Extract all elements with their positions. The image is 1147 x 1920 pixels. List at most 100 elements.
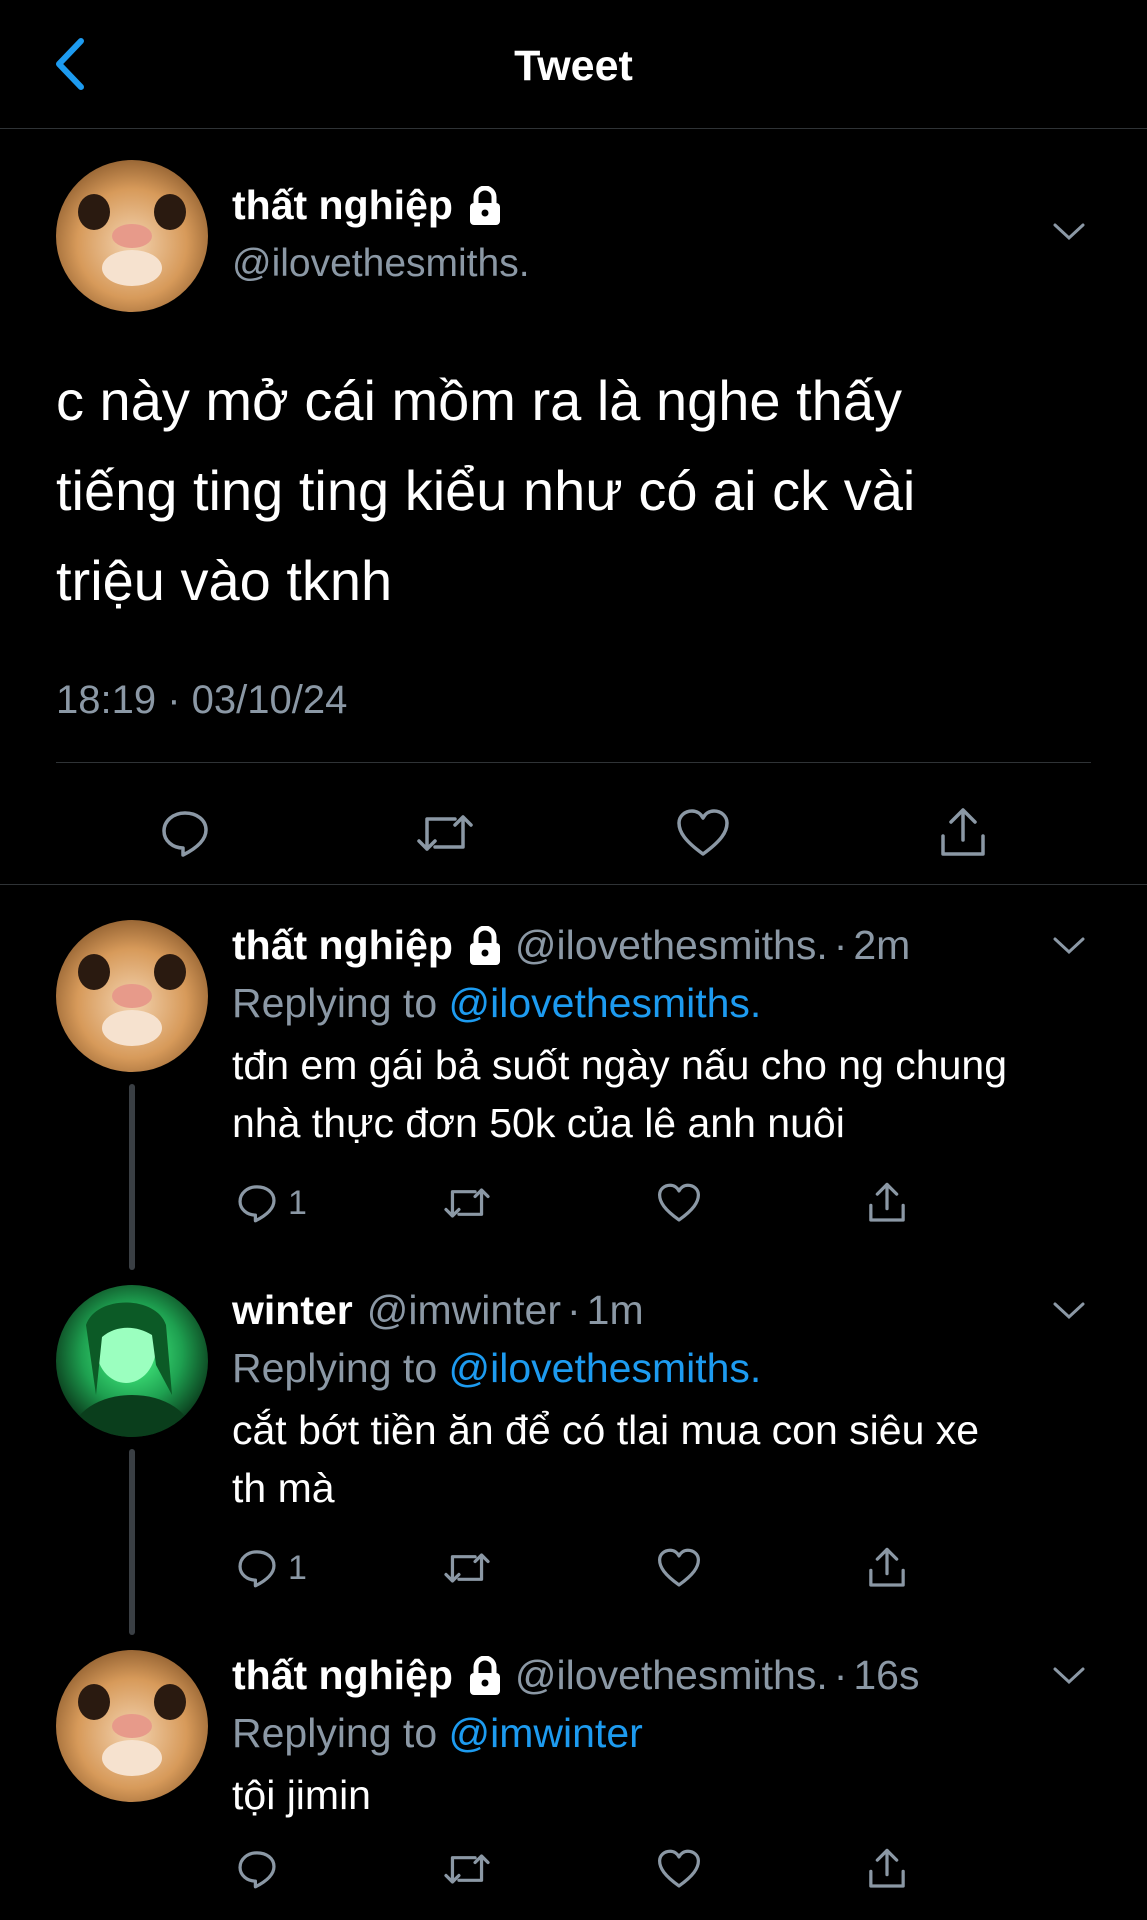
lock-badge <box>467 925 503 966</box>
like-button[interactable] <box>656 1834 702 1904</box>
reply-text: tđn em gái bả suốt ngày nấu cho ng chung… <box>232 1036 1102 1152</box>
share-icon <box>869 1848 905 1888</box>
chevron-down-icon <box>1053 937 1085 955</box>
divider <box>56 762 1091 763</box>
author-name[interactable]: thất nghiệp <box>232 1652 453 1699</box>
avatar[interactable] <box>56 1650 208 1802</box>
author-name[interactable]: thất nghiệp <box>232 922 453 969</box>
reply-text-line: tội jimin <box>232 1772 371 1818</box>
retweet-icon <box>444 1854 490 1884</box>
mention-link[interactable]: @ilovethesmiths. <box>449 980 762 1026</box>
like-icon <box>658 1849 700 1888</box>
reply-header: thất nghiệp @ilovethesmiths. · 16s <box>232 1652 919 1699</box>
reply-text-line: nhà thực đơn 50k của lê anh nuôi <box>232 1100 845 1146</box>
replying-to: Replying to @ilovethesmiths. <box>232 980 761 1027</box>
lock-icon <box>469 1655 500 1695</box>
retweet-button[interactable] <box>442 1533 492 1603</box>
author-name[interactable]: winter <box>232 1287 353 1334</box>
reply-actions: 1 <box>232 1168 932 1238</box>
avatar[interactable] <box>56 160 208 312</box>
tweet-text: c này mở cái mồm ra là nghe thấy tiếng t… <box>56 356 1096 626</box>
like-button[interactable] <box>656 1533 702 1603</box>
tweet-text-line: c này mở cái mồm ra là nghe thấy <box>56 369 902 432</box>
replying-label: Replying to <box>232 980 438 1026</box>
thread-connector <box>129 1449 135 1635</box>
replying-to: Replying to @imwinter <box>232 1710 643 1757</box>
retweet-button[interactable] <box>442 1168 492 1238</box>
share-button[interactable] <box>918 788 1008 878</box>
like-button[interactable] <box>658 788 748 878</box>
reply-text-line: tđn em gái bả suốt ngày nấu cho ng chung <box>232 1042 1008 1088</box>
reply-count: 1 <box>288 1183 307 1222</box>
reply-button[interactable] <box>140 788 230 878</box>
reply-header: winter @imwinter · 1m <box>232 1287 644 1334</box>
more-options-button[interactable] <box>1047 1654 1091 1698</box>
author-handle[interactable]: @ilovethesmiths. <box>515 1652 828 1699</box>
more-options-button[interactable] <box>1047 1289 1091 1333</box>
retweet-icon <box>444 1188 490 1218</box>
share-icon <box>869 1182 905 1222</box>
mention-link[interactable]: @imwinter <box>449 1710 643 1756</box>
green-portrait-avatar-image <box>56 1285 208 1437</box>
author-name-row: thất nghiệp <box>232 182 503 229</box>
share-icon <box>941 808 985 856</box>
chevron-down-icon <box>1053 1667 1085 1685</box>
page-title: Tweet <box>514 42 633 90</box>
avatar[interactable] <box>56 920 208 1072</box>
like-button[interactable] <box>656 1168 702 1238</box>
more-options-button[interactable] <box>1047 210 1091 254</box>
like-icon <box>658 1548 700 1587</box>
author-name[interactable]: thất nghiệp <box>232 182 453 229</box>
thread-connector <box>129 1084 135 1270</box>
tweet-text-line: triệu vào tknh <box>56 549 393 612</box>
separator-dot: · <box>833 1652 848 1698</box>
tweet-text-line: tiếng ting ting kiểu như có ai ck vài <box>56 459 916 522</box>
reply-time[interactable]: 2m <box>853 922 910 969</box>
retweet-button[interactable] <box>442 1834 492 1904</box>
tweet-actions <box>0 788 1147 878</box>
separator-dot: · <box>567 1287 581 1333</box>
replying-label: Replying to <box>232 1345 438 1391</box>
reply-time[interactable]: 1m <box>587 1287 644 1334</box>
reply-button[interactable]: 1 <box>236 1168 307 1238</box>
retweet-icon <box>417 815 473 851</box>
reply-text: tội jimin <box>232 1766 1102 1824</box>
replying-label: Replying to <box>232 1710 438 1756</box>
reply-button[interactable] <box>236 1834 288 1904</box>
author-handle[interactable]: @imwinter <box>367 1287 561 1334</box>
share-icon <box>869 1547 905 1587</box>
share-button[interactable] <box>866 1168 908 1238</box>
author-handle[interactable]: @ilovethesmiths. <box>515 922 828 969</box>
lock-icon <box>469 185 500 225</box>
cat-avatar-image <box>56 160 208 312</box>
reply-time[interactable]: 16s <box>853 1652 919 1699</box>
tweet-timestamp[interactable]: 18:19 · 03/10/24 <box>56 678 347 723</box>
reply-button[interactable]: 1 <box>236 1533 307 1603</box>
share-button[interactable] <box>866 1533 908 1603</box>
reply-icon <box>238 1185 276 1223</box>
more-options-button[interactable] <box>1047 924 1091 968</box>
reply-actions <box>232 1834 932 1904</box>
reply-icon <box>162 811 208 857</box>
retweet-icon <box>444 1553 490 1583</box>
chevron-down-icon <box>1053 223 1085 241</box>
replying-to: Replying to @ilovethesmiths. <box>232 1345 761 1392</box>
lock-icon <box>469 925 500 965</box>
reply-icon <box>238 1550 276 1588</box>
reply-actions: 1 <box>232 1533 932 1603</box>
mention-link[interactable]: @ilovethesmiths. <box>449 1345 762 1391</box>
cat-avatar-image <box>56 1650 208 1802</box>
divider <box>0 884 1147 885</box>
chevron-down-icon <box>1053 1302 1085 1320</box>
reply-text-line: cắt bớt tiền ăn để có tlai mua con siêu … <box>232 1407 980 1453</box>
reply-count: 1 <box>288 1548 307 1587</box>
lock-badge <box>467 1655 503 1696</box>
reply-text-line: th mà <box>232 1465 335 1511</box>
separator-dot: · <box>833 922 848 968</box>
author-handle[interactable]: @ilovethesmiths. <box>232 242 530 286</box>
like-icon <box>677 809 729 856</box>
retweet-button[interactable] <box>400 788 490 878</box>
avatar[interactable] <box>56 1285 208 1437</box>
reply-icon <box>238 1851 276 1889</box>
share-button[interactable] <box>866 1834 908 1904</box>
